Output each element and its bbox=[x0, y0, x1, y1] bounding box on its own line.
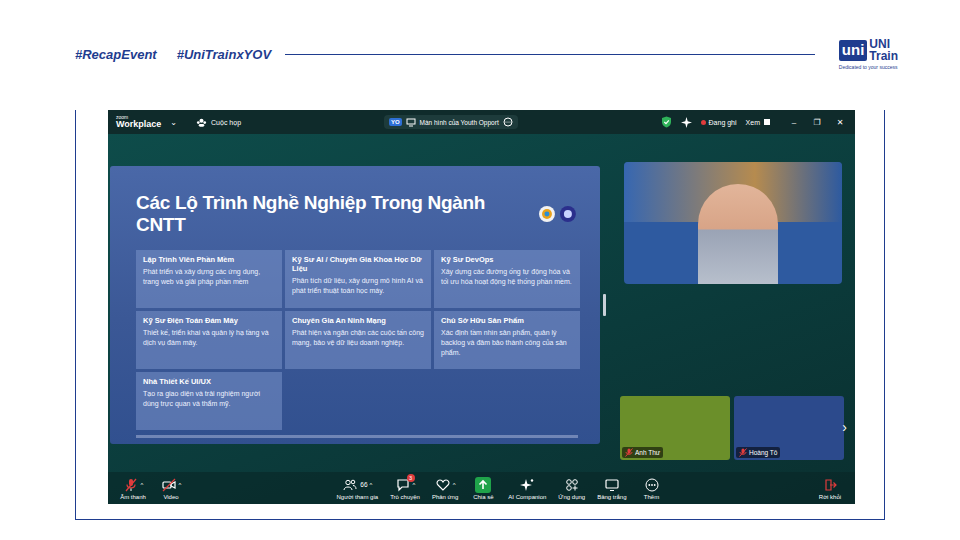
view-menu[interactable]: Xem bbox=[746, 119, 770, 126]
meeting-tab[interactable]: Cuộc họp bbox=[196, 117, 241, 128]
meeting-stage: Các Lộ Trình Nghề Nghiệp Trong Ngành CNT… bbox=[108, 134, 855, 472]
participant-name: Hoàng Tô bbox=[736, 447, 780, 458]
career-card: Kỹ Sư AI / Chuyên Gia Khoa Học Dữ LiệuPh… bbox=[285, 250, 431, 308]
header: #RecapEvent #UniTrainxYOV uniUNITrain Dedic… bbox=[0, 36, 960, 72]
logo-mark: uni bbox=[839, 40, 868, 61]
partner-logos-icon bbox=[538, 205, 578, 223]
sharer-avatar: YO bbox=[389, 118, 402, 126]
participant-name: Anh Thư bbox=[622, 447, 663, 458]
toolbar-button[interactable]: AI Companion bbox=[508, 477, 546, 500]
menu-caret[interactable]: ^ bbox=[179, 482, 182, 488]
slide-title: Các Lộ Trình Nghề Nghiệp Trong Ngành CNT… bbox=[136, 192, 538, 236]
menu-caret[interactable]: ^ bbox=[413, 482, 416, 488]
people-icon bbox=[343, 478, 357, 492]
apps-icon bbox=[565, 478, 579, 492]
participant-strip: Anh Thư Hoàng Tô › bbox=[620, 396, 845, 460]
logo-tagline: Dedicated to your success bbox=[839, 64, 898, 70]
career-card: Kỹ Sư Điện Toán Đám MâyThiết kế, triển k… bbox=[136, 311, 282, 369]
title-bar: zoomWorkplace ⌄ Cuộc họp YOMàn hình của Yo… bbox=[108, 110, 855, 134]
menu-caret[interactable]: ^ bbox=[453, 482, 456, 488]
career-grid: Lập Trình Viên Phần MềmPhát triển và xây… bbox=[136, 250, 582, 430]
career-card: Chuyên Gia An Ninh MạngPhát hiện và ngăn… bbox=[285, 311, 431, 369]
window-control[interactable]: ❐ bbox=[810, 118, 824, 127]
resize-handle[interactable] bbox=[603, 294, 606, 316]
toolbar-button[interactable]: 3^Trò chuyện bbox=[390, 477, 420, 500]
logo-name: UNITrain bbox=[869, 38, 898, 62]
toolbar-button[interactable]: Thêm bbox=[639, 477, 665, 500]
shared-slide: Các Lộ Trình Nghề Nghiệp Trong Ngành CNT… bbox=[110, 166, 600, 444]
leave-icon bbox=[823, 478, 837, 492]
muted-mic-icon bbox=[739, 448, 747, 457]
zoom-brand[interactable]: zoomWorkplace bbox=[116, 115, 161, 129]
career-card: Chủ Sở Hữu Sản PhẩmXác định tầm nhìn sản… bbox=[434, 311, 580, 369]
toolbar-group: Rời khỏi bbox=[817, 477, 843, 500]
hashtag: #RecapEvent bbox=[75, 47, 157, 62]
brand-menu[interactable]: ⌄ bbox=[170, 118, 177, 127]
muted-mic-icon bbox=[625, 448, 633, 457]
share-arrow-icon bbox=[477, 479, 489, 491]
heart-icon bbox=[436, 478, 450, 492]
window-control[interactable]: – bbox=[787, 118, 801, 127]
participant-tile[interactable]: Hoàng Tô bbox=[734, 396, 844, 460]
menu-caret[interactable]: ^ bbox=[141, 482, 144, 488]
menu-caret[interactable]: ^ bbox=[370, 482, 373, 488]
speaker-video bbox=[624, 162, 842, 284]
career-card: Nhà Thiết Kế UI/UXTạo ra giao diện và tr… bbox=[136, 372, 282, 430]
header-rule bbox=[285, 54, 815, 55]
sparkle-icon[interactable] bbox=[681, 117, 692, 128]
frame: zoomWorkplace ⌄ Cuộc họp YOMàn hình của Yo… bbox=[75, 110, 885, 520]
toolbar-button[interactable]: Ứng dụng bbox=[558, 477, 585, 500]
toolbar-button[interactable]: ^Âm thanh bbox=[120, 477, 146, 500]
camera-icon bbox=[162, 478, 176, 492]
screen-share-label[interactable]: YOMàn hình của Youth Opport bbox=[384, 115, 518, 129]
recap-slide: #RecapEvent #UniTrainxYOV uniUNITrain Dedic… bbox=[0, 0, 960, 540]
meeting-icon bbox=[196, 117, 207, 128]
hashtag: #UniTrainxYOV bbox=[177, 47, 271, 62]
screen-icon bbox=[406, 117, 416, 127]
whiteboard-icon bbox=[605, 478, 619, 492]
toolbar-button[interactable]: ^Phản ứng bbox=[432, 477, 458, 500]
toolbar-group: ^Âm thanh ^Video bbox=[120, 477, 184, 500]
more-icon bbox=[645, 478, 659, 492]
ai-sparkle-icon bbox=[520, 478, 534, 492]
career-card: Lập Trình Viên Phần MềmPhát triển và xây… bbox=[136, 250, 282, 308]
microphone-icon bbox=[124, 478, 138, 492]
meeting-toolbar: ^Âm thanh ^Video 66^Người tham gia 3^Trò ch… bbox=[108, 472, 855, 504]
view-icon bbox=[764, 119, 770, 125]
participant-tile[interactable]: Anh Thư bbox=[620, 396, 730, 460]
participant-count: 66 bbox=[360, 481, 367, 488]
toolbar-button[interactable]: Rời khỏi bbox=[817, 477, 843, 500]
shield-icon[interactable] bbox=[661, 116, 672, 128]
zoom-window: zoomWorkplace ⌄ Cuộc họp YOMàn hình của Yo… bbox=[108, 110, 855, 504]
toolbar-button[interactable]: 66^Người tham gia bbox=[336, 477, 378, 500]
toolbar-group: 66^Người tham gia 3^Trò chuyện ^Phản ứng Ch… bbox=[336, 477, 664, 500]
toolbar-button[interactable]: Bảng trắng bbox=[597, 477, 626, 500]
toolbar-button[interactable]: ^Video bbox=[158, 477, 184, 500]
strip-next-button[interactable]: › bbox=[842, 420, 847, 434]
unread-badge: 3 bbox=[407, 474, 415, 482]
toolbar-button[interactable]: Chia sẻ bbox=[470, 477, 496, 500]
recording-indicator[interactable]: Đang ghi bbox=[701, 119, 737, 126]
career-card: Kỹ Sư DevOpsXây dựng các đường ống tự độ… bbox=[434, 250, 580, 308]
window-control[interactable]: ✕ bbox=[833, 118, 847, 127]
unitrain-logo: uniUNITrain Dedicated to your success bbox=[839, 38, 898, 70]
options-icon[interactable] bbox=[503, 117, 513, 127]
slide-footer-bar bbox=[136, 435, 578, 438]
